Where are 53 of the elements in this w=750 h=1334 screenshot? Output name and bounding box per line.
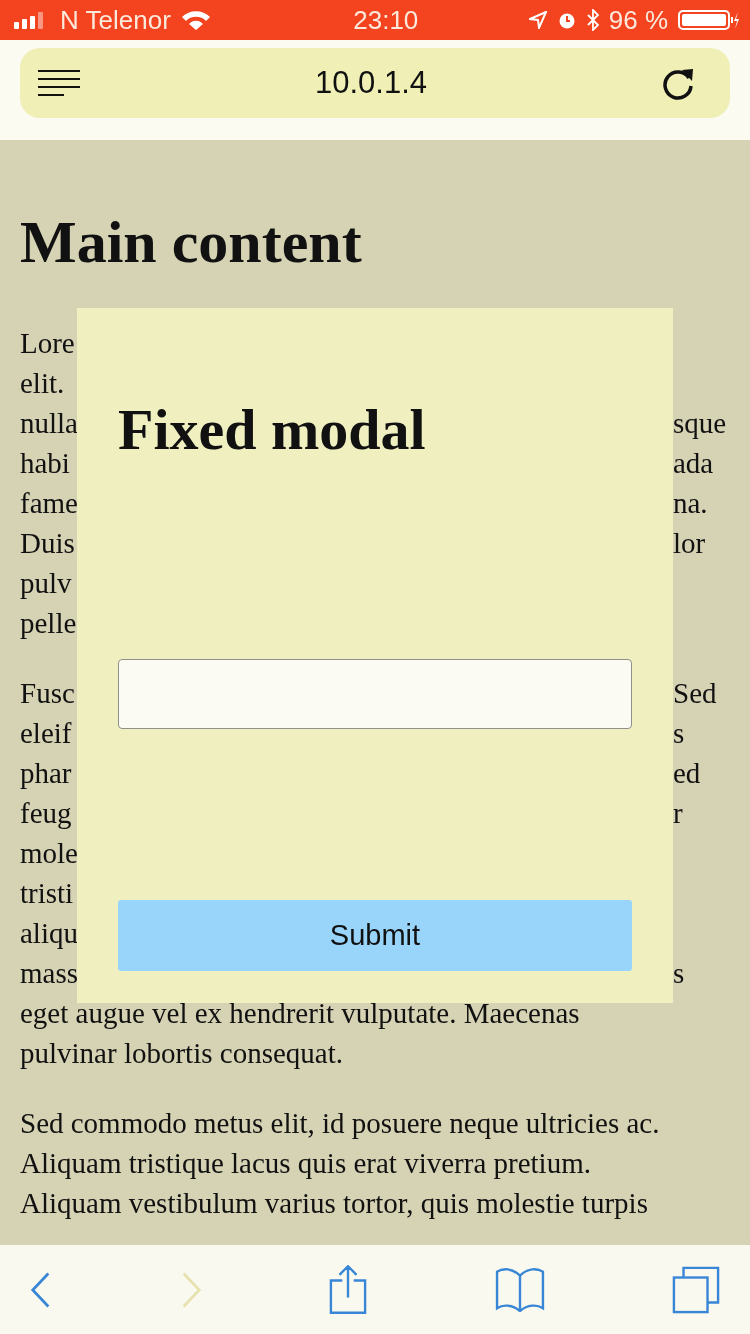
back-button[interactable]	[30, 1270, 52, 1309]
book-icon	[494, 1267, 545, 1312]
text-fragment: Fusc	[20, 676, 75, 711]
text-fragment: mass	[20, 956, 78, 991]
carrier-name: N Telenor	[60, 4, 171, 36]
text-fragment: s	[673, 956, 685, 991]
text-fragment: phar	[20, 756, 72, 791]
text-fragment: eleif	[20, 716, 72, 751]
text-line: Aliquam tristique lacus quis erat viverra pretium.	[20, 1146, 591, 1181]
text-input-field[interactable]	[118, 659, 632, 729]
tabs-button[interactable]	[672, 1265, 720, 1314]
text-fragment: habi	[20, 446, 70, 481]
text-line: pulvinar lobortis consequat.	[20, 1036, 343, 1071]
text-fragment: r	[673, 796, 683, 831]
battery-icon	[678, 9, 740, 31]
text-fragment: nulla	[20, 406, 78, 441]
text-fragment: pulv	[20, 566, 72, 601]
clock-time: 23:10	[353, 4, 419, 36]
text-fragment: elit.	[20, 366, 65, 401]
text-fragment: Duis	[20, 526, 75, 561]
address-bar[interactable]: 10.0.1.4	[20, 48, 730, 118]
bluetooth-icon	[586, 9, 599, 31]
reader-icon	[38, 70, 80, 96]
text-fragment: lor	[673, 526, 706, 561]
text-line: Aliquam vestibulum varius tortor, quis molestie turpis	[20, 1186, 648, 1221]
book-button[interactable]	[494, 1267, 545, 1312]
page-heading: Main content	[20, 208, 363, 277]
text-fragment: na.	[673, 486, 708, 521]
submit-button[interactable]: Submit	[118, 900, 632, 971]
text-fragment: Lore	[20, 326, 75, 361]
back-icon	[30, 1270, 52, 1309]
text-fragment: mole	[20, 836, 78, 871]
text-line: eget augue vel ex hendrerit vulputate. Maecenas	[20, 996, 580, 1031]
text-fragment: tristi	[20, 876, 74, 911]
modal-title: Fixed modal	[118, 396, 427, 464]
text-fragment: s	[673, 716, 685, 751]
wifi-icon	[180, 9, 211, 31]
location-icon	[528, 11, 547, 29]
reload-icon	[662, 66, 696, 100]
share-icon	[329, 1264, 367, 1315]
text-line: Sed commodo metus elit, id posuere neque ultricies ac.	[20, 1106, 660, 1141]
text-fragment: sque	[673, 406, 727, 441]
text-fragment: pelle	[20, 606, 77, 641]
tabs-icon	[672, 1265, 720, 1314]
text-fragment: Sed	[673, 676, 717, 711]
url-text: 10.0.1.4	[314, 65, 427, 101]
text-fragment: fame	[20, 486, 78, 521]
battery-percent: 96 %	[608, 4, 668, 36]
text-fragment: aliqu	[20, 916, 78, 951]
text-fragment: ada	[673, 446, 714, 481]
text-fragment: ed	[673, 756, 701, 791]
text-fragment: feug	[20, 796, 72, 831]
share-button[interactable]	[329, 1264, 367, 1315]
